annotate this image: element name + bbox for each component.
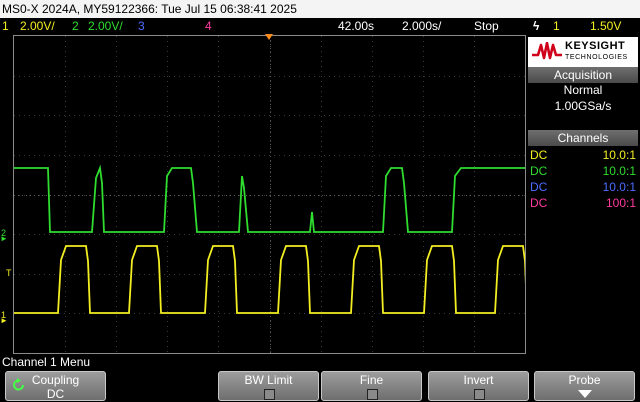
invert-softkey[interactable]: Invert — [428, 371, 529, 401]
ch2-trace — [14, 164, 525, 233]
trigger-level-marker[interactable]: T — [6, 268, 12, 278]
trigger-level[interactable]: 1.50V — [590, 18, 621, 35]
ch1-trace — [14, 245, 525, 314]
invert-label: Invert — [463, 373, 494, 387]
menu-label: Channel 1 Menu — [2, 355, 91, 369]
ch4-number[interactable]: 4 — [205, 18, 212, 35]
trigger-edge-icon: ϟ — [533, 19, 540, 33]
logo-subtitle: TECHNOLOGIES — [565, 54, 628, 61]
channel-row-1: DC 10.0:1 — [530, 147, 636, 163]
ch1-coupling: DC — [530, 148, 548, 162]
ch2-probe-ratio: 10.0:1 — [602, 164, 636, 178]
ch2-number[interactable]: 2 — [72, 18, 79, 35]
fine-softkey[interactable]: Fine — [321, 371, 422, 401]
probe-label: Probe — [568, 373, 601, 387]
time-scale[interactable]: 2.000s/ — [402, 18, 441, 35]
sample-rate: 1.00GSa/s — [554, 99, 612, 113]
coupling-softkey[interactable]: Coupling DC — [5, 371, 106, 401]
trigger-position-marker[interactable] — [265, 34, 273, 40]
ch3-probe-ratio: 10.0:1 — [602, 180, 636, 194]
bw-limit-checkbox[interactable] — [263, 389, 275, 400]
submenu-arrow-icon — [577, 390, 592, 398]
time-position[interactable]: 42.00s — [338, 18, 374, 35]
status-bar: 1 2.00V/ 2 2.00V/ 3 4 42.00s 2.000s/ Sto… — [0, 18, 640, 35]
channel-row-3: DC 10.0:1 — [530, 179, 636, 195]
ch1-ground-arrow-icon: ► — [0, 316, 8, 325]
ch2-coupling: DC — [530, 164, 548, 178]
info-panel: KEYSIGHT TECHNOLOGIES Acquisition Normal… — [527, 35, 640, 354]
fine-label: Fine — [359, 373, 384, 387]
trigger-channel: 1 — [553, 19, 560, 33]
ch4-coupling: DC — [530, 196, 548, 210]
channel-row-4: DC 100:1 — [530, 195, 636, 211]
channels-title[interactable]: Channels — [528, 130, 638, 146]
window-title: MS0-X 2024A, MY59122366: Tue Jul 15 06:3… — [0, 0, 640, 18]
ch1-probe-ratio: 10.0:1 — [602, 148, 636, 162]
ch1-scale[interactable]: 2.00V/ — [20, 18, 55, 35]
fine-checkbox[interactable] — [366, 389, 378, 400]
ch2-ground-arrow-icon: ► — [0, 234, 8, 243]
ch2-scale[interactable]: 2.00V/ — [88, 18, 123, 35]
rotate-knob-icon — [13, 378, 24, 391]
waveform-display[interactable] — [13, 35, 526, 354]
bw-limit-label: BW Limit — [244, 373, 293, 387]
acquisition-mode: Normal — [563, 83, 603, 97]
bw-limit-softkey[interactable]: BW Limit — [218, 371, 319, 401]
invert-checkbox[interactable] — [473, 389, 485, 400]
probe-softkey[interactable]: Probe — [534, 371, 635, 401]
acquisition-title[interactable]: Acquisition — [528, 67, 638, 83]
run-state[interactable]: Stop — [474, 18, 499, 35]
logo-brand: KEYSIGHT — [565, 40, 626, 52]
ch3-coupling: DC — [530, 180, 548, 194]
ch3-number[interactable]: 3 — [138, 18, 145, 35]
ch4-probe-ratio: 100:1 — [605, 196, 636, 210]
channel-row-2: DC 10.0:1 — [530, 163, 636, 179]
ch1-number[interactable]: 1 — [2, 18, 9, 35]
keysight-wave-icon — [532, 42, 562, 60]
keysight-logo: KEYSIGHT TECHNOLOGIES — [528, 37, 638, 67]
